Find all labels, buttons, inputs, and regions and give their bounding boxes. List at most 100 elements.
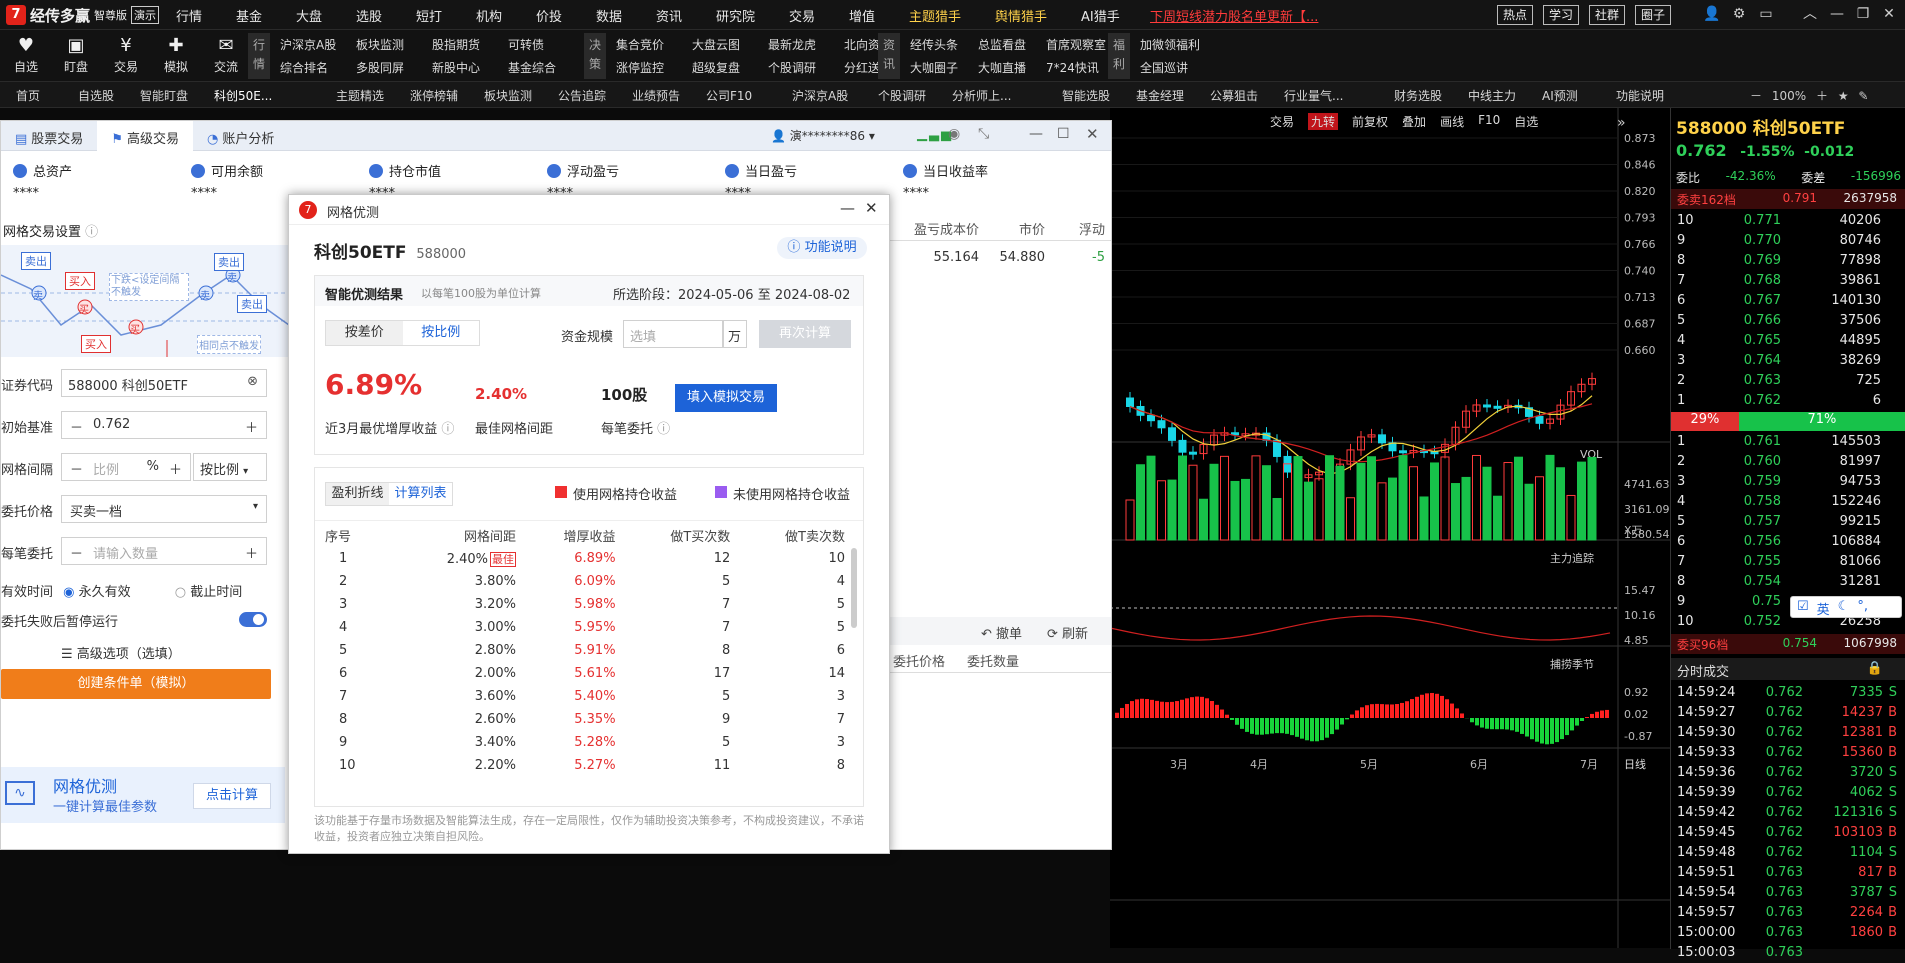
quick-link[interactable]: 集合竞价 bbox=[616, 36, 664, 53]
chart-tool-6[interactable]: 自选 bbox=[1514, 113, 1538, 130]
help-icon[interactable]: ⓘ bbox=[85, 225, 98, 240]
view-list[interactable]: 计算列表 bbox=[389, 483, 452, 505]
menu-item-4[interactable]: 短打 bbox=[416, 6, 442, 25]
quick-link[interactable]: 经传头条 bbox=[910, 36, 958, 53]
quick-link[interactable]: 综合排名 bbox=[280, 59, 328, 76]
fund-input[interactable]: 选填 bbox=[623, 320, 723, 348]
quick-link[interactable]: 大咖圈子 bbox=[910, 59, 958, 76]
quick-link[interactable]: 超级复盘 bbox=[692, 59, 740, 76]
chart-tool-1[interactable]: 九转 bbox=[1308, 113, 1338, 130]
quick-link[interactable]: 加微领福利 bbox=[1140, 36, 1200, 53]
radio-permanent[interactable]: ◉ bbox=[63, 585, 74, 600]
qty-plus-icon[interactable]: ＋ bbox=[245, 543, 258, 559]
quick-link[interactable]: 涨停监控 bbox=[616, 59, 664, 76]
tab-4[interactable]: 主题精选 bbox=[336, 87, 384, 104]
qty-stepper[interactable]: － 请输入数量 ＋ bbox=[61, 537, 267, 565]
table-scrollbar[interactable] bbox=[851, 548, 857, 628]
tab-16[interactable]: 行业量气... bbox=[1284, 87, 1343, 104]
menu-item-14[interactable]: AI猎手 bbox=[1081, 6, 1120, 25]
view-line[interactable]: 盈利折线 bbox=[326, 483, 389, 505]
tab-18[interactable]: 中线主力 bbox=[1468, 87, 1516, 104]
recalc-button[interactable]: 再次计算 bbox=[759, 320, 851, 348]
ime-toolbar[interactable]: ☑ 英 ☾ °, bbox=[1790, 596, 1902, 618]
calc-table-row[interactable]: 62.00%5.61%1714 bbox=[325, 662, 845, 685]
menu-item-3[interactable]: 选股 bbox=[356, 6, 382, 25]
create-order-button[interactable]: 创建条件单（模拟） bbox=[1, 669, 271, 699]
base-minus-icon[interactable]: － bbox=[70, 417, 83, 433]
quick-link[interactable]: 最新龙虎 bbox=[768, 36, 816, 53]
menu-item-8[interactable]: 资讯 bbox=[656, 6, 682, 25]
tab-15[interactable]: 公募狙击 bbox=[1210, 87, 1258, 104]
quick-link[interactable]: 多股同屏 bbox=[356, 59, 404, 76]
chart-tool-4[interactable]: 画线 bbox=[1440, 113, 1464, 130]
tab-11[interactable]: 个股调研 bbox=[878, 87, 926, 104]
tab-9[interactable]: 公司F10 bbox=[706, 87, 752, 104]
info-icon-2[interactable]: ⓘ bbox=[657, 422, 670, 437]
interval-minus-icon[interactable]: － bbox=[70, 459, 83, 475]
promo-calc-button[interactable]: 点击计算 bbox=[193, 783, 271, 809]
top-button-0[interactable]: 热点 bbox=[1497, 5, 1533, 25]
tab-7[interactable]: 公告追踪 bbox=[558, 87, 606, 104]
chart-tool-2[interactable]: 前复权 bbox=[1352, 113, 1388, 130]
tab-19[interactable]: AI预测 bbox=[1542, 87, 1578, 104]
layout-icon[interactable]: ▭ bbox=[1757, 5, 1775, 23]
minimize-icon[interactable]: — bbox=[1828, 5, 1846, 23]
trade-tab-0[interactable]: ▤股票交易 bbox=[1, 121, 97, 151]
top-button-3[interactable]: 圈子 bbox=[1635, 5, 1671, 25]
tab-17[interactable]: 财务选股 bbox=[1394, 87, 1442, 104]
shrink-icon[interactable]: ⤡ bbox=[978, 126, 989, 142]
kline-chart-area[interactable]: 0.8730.8460.8200.7930.7660.7400.7130.687… bbox=[1110, 108, 1670, 948]
restore-icon[interactable]: ❐ bbox=[1854, 5, 1872, 23]
quick-link[interactable]: 总监看盘 bbox=[978, 36, 1026, 53]
calc-table-row[interactable]: 73.60%5.40%53 bbox=[325, 685, 845, 708]
calc-table-row[interactable]: 43.00%5.95%75 bbox=[325, 616, 845, 639]
quick-link[interactable]: 7*24快讯 bbox=[1046, 59, 1099, 76]
toolbar-monitor-button[interactable]: ▣盯盘 bbox=[56, 34, 96, 75]
code-input[interactable]: 588000 科创50ETF ⊗ bbox=[61, 369, 267, 397]
clear-icon[interactable]: ⊗ bbox=[247, 374, 258, 389]
top-button-1[interactable]: 学习 bbox=[1543, 5, 1579, 25]
tab-3[interactable]: 科创50E... bbox=[214, 87, 272, 104]
quick-link[interactable]: 新股中心 bbox=[432, 59, 480, 76]
quick-link[interactable]: 基金综合 bbox=[508, 59, 556, 76]
quick-link[interactable]: 可转债 bbox=[508, 36, 544, 53]
dialog-minimize-icon[interactable]: — bbox=[840, 199, 855, 217]
menu-item-11[interactable]: 增值 bbox=[849, 6, 875, 25]
zoom-in-icon[interactable]: ＋ bbox=[1816, 89, 1828, 103]
position-row[interactable]: 55.164 54.880 -5 bbox=[889, 243, 1111, 273]
quick-link[interactable]: 大咖直播 bbox=[978, 59, 1026, 76]
trade-tab-2[interactable]: ◔账户分析 bbox=[193, 121, 288, 151]
chart-tool-0[interactable]: 交易 bbox=[1270, 113, 1294, 130]
quick-link[interactable]: 个股调研 bbox=[768, 59, 816, 76]
kline-chart-svg[interactable]: 0.8730.8460.8200.7930.7660.7400.7130.687… bbox=[1110, 108, 1670, 948]
news-marquee-link[interactable]: 下周短线潜力股名单更新【... bbox=[1150, 6, 1318, 25]
cancel-order-button[interactable]: ↶ 撤单 bbox=[981, 623, 1022, 642]
user-icon[interactable]: 👤 bbox=[1703, 5, 1721, 23]
tab-20[interactable]: 功能说明 bbox=[1616, 87, 1664, 104]
calc-table-row[interactable]: 93.40%5.28%53 bbox=[325, 731, 845, 754]
toolbar-gamepad-button[interactable]: ✚模拟 bbox=[156, 34, 196, 75]
dialog-close-icon[interactable]: ✕ bbox=[865, 199, 878, 217]
tab-5[interactable]: 涨停榜辅 bbox=[410, 87, 458, 104]
base-plus-icon[interactable]: ＋ bbox=[245, 417, 258, 433]
tab-6[interactable]: 板块监测 bbox=[484, 87, 532, 104]
toolbar-heart-button[interactable]: ♥自选 bbox=[6, 34, 46, 75]
fill-sim-trade-button[interactable]: 填入模拟交易 bbox=[675, 384, 777, 412]
close-app-icon[interactable]: ✕ bbox=[1880, 5, 1898, 23]
tab-14[interactable]: 基金经理 bbox=[1136, 87, 1184, 104]
menu-item-9[interactable]: 研究院 bbox=[716, 6, 755, 25]
interval-mode-select[interactable]: 按比例 ▾ bbox=[193, 453, 267, 481]
radio-deadline[interactable]: ○ bbox=[175, 585, 186, 600]
qty-minus-icon[interactable]: － bbox=[70, 543, 83, 559]
tab-12[interactable]: 分析师上... bbox=[952, 87, 1011, 104]
tab-2[interactable]: 智能盯盘 bbox=[140, 87, 188, 104]
tab-0[interactable]: 首页 bbox=[16, 87, 40, 104]
zoom-out-icon[interactable]: － bbox=[1750, 89, 1762, 103]
chart-tool-5[interactable]: F10 bbox=[1478, 113, 1500, 130]
menu-item-12[interactable]: 主题猎手 bbox=[909, 6, 961, 25]
tab-10[interactable]: 沪深京A股 bbox=[792, 87, 848, 104]
lock-icon[interactable]: 🔒 bbox=[1867, 661, 1883, 676]
quick-link[interactable]: 板块监测 bbox=[356, 36, 404, 53]
calc-table-row[interactable]: 52.80%5.91%86 bbox=[325, 639, 845, 662]
panel-expand-icon[interactable]: » bbox=[1617, 115, 1626, 131]
